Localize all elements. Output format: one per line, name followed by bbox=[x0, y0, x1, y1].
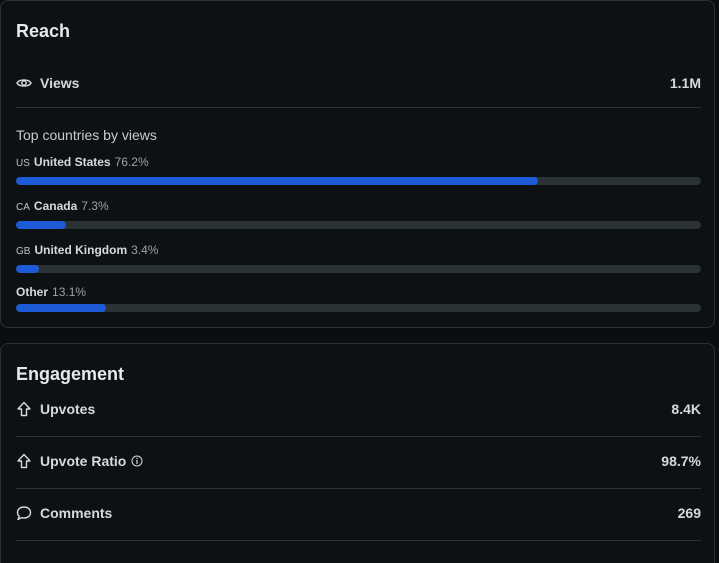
countries-heading: Top countries by views bbox=[16, 127, 157, 143]
country-name: Other bbox=[16, 285, 49, 299]
country-label-us: US United States 76.2% bbox=[16, 155, 149, 169]
upvote-arrow-icon bbox=[16, 453, 32, 469]
country-bar-other bbox=[16, 304, 701, 312]
engagement-title: Engagement bbox=[16, 364, 125, 384]
country-name: United States bbox=[33, 155, 111, 169]
country-percent: 13.1% bbox=[52, 285, 87, 299]
upvotes-value: 8.4K bbox=[671, 401, 701, 417]
upvotes-row: Upvotes 8.4K bbox=[16, 397, 701, 421]
views-label: Views bbox=[40, 75, 80, 91]
reach-title: Reach bbox=[16, 21, 71, 41]
country-percent: 76.2% bbox=[114, 155, 149, 169]
divider bbox=[16, 540, 701, 541]
country-bar-fill bbox=[16, 265, 40, 273]
country-bar-us bbox=[16, 177, 701, 185]
reach-card: Reach Views 1.1M Top countries by views … bbox=[0, 0, 715, 328]
country-bar-fill bbox=[16, 221, 66, 229]
country-name: Canada bbox=[33, 199, 78, 213]
divider bbox=[16, 436, 701, 437]
upvote-ratio-value: 98.7% bbox=[661, 453, 701, 469]
comments-row: Comments 269 bbox=[16, 501, 701, 525]
country-bar-gb bbox=[16, 265, 701, 273]
views-row: Views 1.1M bbox=[16, 71, 701, 95]
upvotes-label: Upvotes bbox=[40, 401, 96, 417]
country-code: CA bbox=[16, 202, 30, 213]
country-label-ca: CA Canada 7.3% bbox=[16, 199, 109, 213]
views-value: 1.1M bbox=[669, 75, 701, 91]
country-percent: 3.4% bbox=[131, 243, 159, 257]
country-name: United Kingdom bbox=[34, 243, 128, 257]
eye-icon bbox=[16, 75, 32, 91]
info-icon[interactable] bbox=[131, 455, 143, 467]
country-label-other: Other 13.1% bbox=[16, 285, 86, 299]
country-percent: 7.3% bbox=[81, 199, 109, 213]
comment-bubble-icon bbox=[16, 505, 32, 521]
comments-label: Comments bbox=[40, 505, 113, 521]
country-bar-fill bbox=[16, 304, 106, 312]
country-code: US bbox=[16, 158, 30, 169]
divider bbox=[16, 488, 701, 489]
country-bar-ca bbox=[16, 221, 701, 229]
engagement-card: Engagement Upvotes 8.4K Upvote Ratio 98.… bbox=[0, 343, 715, 563]
country-bar-fill bbox=[16, 177, 538, 185]
country-label-gb: GB United Kingdom 3.4% bbox=[16, 243, 158, 257]
upvote-arrow-icon bbox=[16, 401, 32, 417]
comments-value: 269 bbox=[677, 505, 701, 521]
upvote-ratio-row: Upvote Ratio 98.7% bbox=[16, 449, 701, 473]
upvote-ratio-label: Upvote Ratio bbox=[40, 453, 127, 469]
divider bbox=[16, 107, 701, 108]
country-code: GB bbox=[16, 246, 31, 257]
